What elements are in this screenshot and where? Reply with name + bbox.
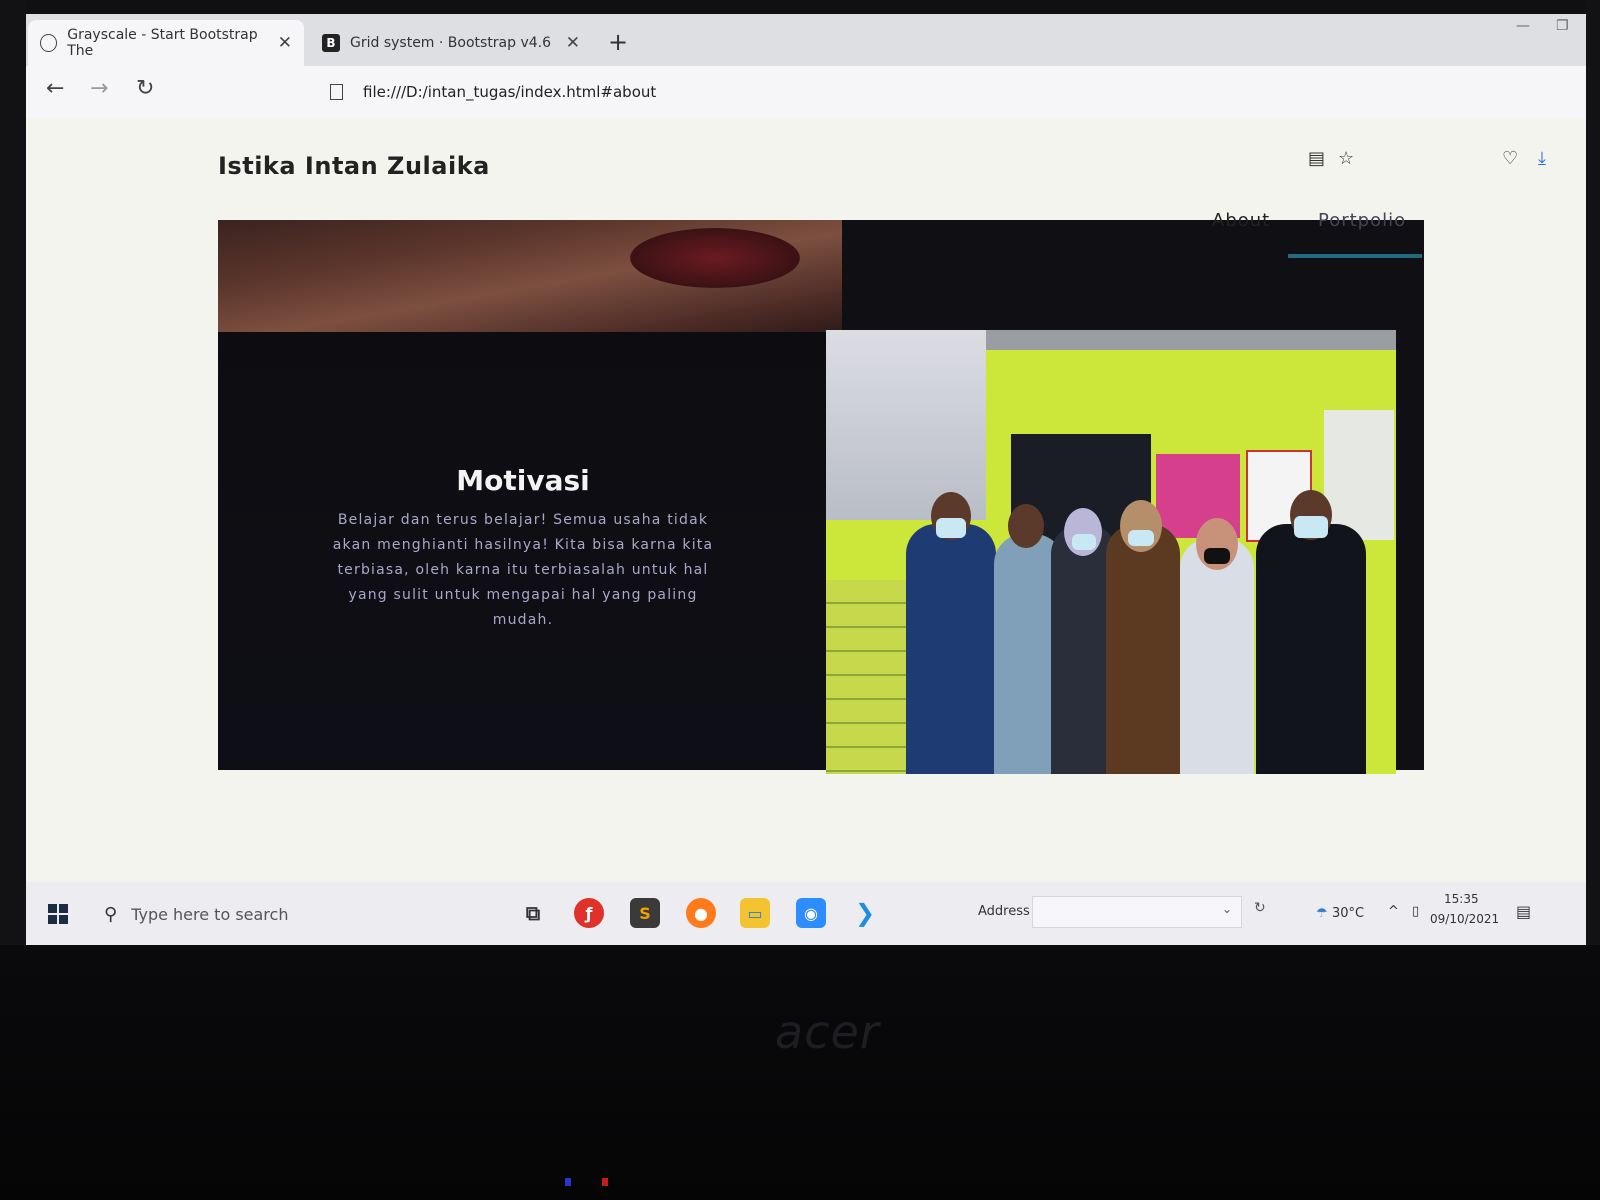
new-tab-button[interactable]: +	[608, 28, 628, 56]
refresh-icon[interactable]: ↻	[1254, 900, 1266, 916]
photo-person	[1180, 538, 1254, 774]
globe-icon	[40, 34, 58, 52]
address-toolbar-input[interactable]	[1032, 896, 1242, 928]
reader-view-icon[interactable]: ▤	[1308, 148, 1325, 169]
bookmark-star-icon[interactable]: ☆	[1338, 148, 1354, 169]
sublime-text-icon[interactable]: S	[630, 898, 660, 928]
search-placeholder: Type here to search	[131, 904, 289, 924]
windows-taskbar: ⚲ Type here to search ⧉ ƒ S ● ▭ ◉ ❯ Addr…	[26, 882, 1586, 946]
motivasi-title: Motivasi	[456, 464, 590, 497]
search-icon: ⚲	[104, 903, 118, 925]
firefox-icon[interactable]: ●	[686, 898, 716, 928]
back-arrow-icon[interactable]: ←	[46, 76, 64, 101]
photo-board	[1324, 410, 1394, 540]
photo-person	[1256, 524, 1366, 774]
monitor-bezel-right	[1586, 0, 1600, 960]
tab-grid-system[interactable]: B Grid system · Bootstrap v4.6 ✕	[310, 20, 592, 66]
photo-mask	[1294, 516, 1328, 538]
photo-mask	[1072, 534, 1096, 550]
monitor-bezel-left	[0, 0, 26, 960]
task-view-icon[interactable]: ⧉	[518, 898, 548, 928]
notifications-icon[interactable]: ▤	[1516, 902, 1531, 921]
zoom-icon[interactable]: ◉	[796, 898, 826, 928]
download-icon[interactable]: ⤓	[1538, 148, 1546, 169]
nav-active-underline	[1288, 254, 1422, 258]
site-brand[interactable]: Istika Intan Zulaika	[218, 152, 490, 180]
taskbar-search[interactable]: ⚲ Type here to search	[98, 894, 498, 934]
photo-head	[1008, 504, 1044, 548]
minimize-icon[interactable]: —	[1516, 18, 1530, 34]
photo-person	[1106, 524, 1180, 774]
monitor-screen: Grayscale - Start Bootstrap The ✕ B Grid…	[26, 14, 1586, 946]
file-explorer-icon[interactable]: ▭	[740, 898, 770, 928]
restore-icon[interactable]: ❐	[1556, 18, 1569, 34]
motivasi-card: Motivasi Belajar dan terus belajar! Semu…	[218, 332, 828, 770]
flash-icon[interactable]: ƒ	[574, 898, 604, 928]
reload-icon[interactable]: ↻	[136, 76, 154, 101]
monitor-bezel-bottom	[0, 945, 1600, 1200]
pocket-icon[interactable]: ♡	[1502, 148, 1518, 169]
close-icon[interactable]: ✕	[278, 33, 292, 53]
page-viewport: Istika Intan Zulaika ▤ ☆ ♡ ⤓ About Portp…	[26, 118, 1586, 882]
browser-tab-strip: Grayscale - Start Bootstrap The ✕ B Grid…	[26, 14, 1586, 66]
bootstrap-icon: B	[322, 34, 340, 52]
power-led-red	[602, 1178, 608, 1186]
nav-portpolio[interactable]: Portpolio	[1318, 210, 1406, 231]
tab-label: Grid system · Bootstrap v4.6	[350, 35, 552, 51]
page-icon	[330, 84, 343, 100]
clock-time[interactable]: 15:35	[1444, 892, 1479, 906]
photo-mask	[1204, 548, 1230, 564]
browser-toolbar: ← → ↻ file:///D:/intan_tugas/index.html#…	[26, 66, 1586, 118]
group-photo	[826, 330, 1396, 774]
power-led-blue	[565, 1178, 571, 1186]
windows-start-icon[interactable]	[48, 904, 68, 924]
address-toolbar-label: Address	[978, 904, 1030, 919]
photo-sky	[826, 330, 986, 520]
url-text: file:///D:/intan_tugas/index.html#about	[363, 83, 657, 101]
motivasi-text: Belajar dan terus belajar! Semua usaha t…	[332, 512, 714, 628]
weather-icon[interactable]: ☂	[1316, 906, 1328, 921]
photo-detail	[630, 228, 800, 288]
address-bar[interactable]: file:///D:/intan_tugas/index.html#about	[318, 72, 1558, 112]
tab-grayscale[interactable]: Grayscale - Start Bootstrap The ✕	[28, 20, 304, 66]
photo-mask	[936, 518, 966, 538]
chevron-down-icon[interactable]: ⌄	[1222, 902, 1232, 916]
nav-about[interactable]: About	[1212, 210, 1270, 231]
weather-temperature[interactable]: 30°C	[1332, 906, 1364, 921]
header-photo-strip	[218, 220, 842, 332]
photo-mask	[1128, 530, 1154, 546]
acer-logo: acer	[775, 1005, 880, 1059]
chevron-up-icon[interactable]: ^	[1388, 904, 1399, 919]
clock-date[interactable]: 09/10/2021	[1430, 912, 1499, 926]
photo-person	[906, 524, 996, 774]
battery-icon[interactable]: ▯	[1412, 904, 1419, 919]
close-icon[interactable]: ✕	[566, 33, 580, 53]
tab-label: Grayscale - Start Bootstrap The	[67, 27, 258, 59]
forward-arrow-icon[interactable]: →	[90, 76, 108, 101]
vscode-icon[interactable]: ❯	[850, 898, 880, 928]
